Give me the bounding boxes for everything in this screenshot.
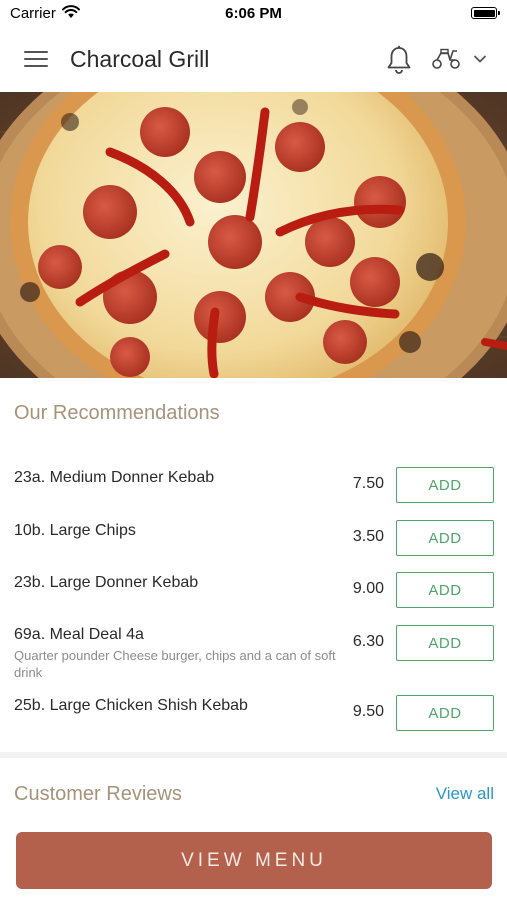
menu-item-price: 6.30 bbox=[352, 633, 384, 650]
menu-item-name: 69a. Meal Deal 4a bbox=[14, 626, 144, 643]
add-to-cart-button[interactable]: ADD bbox=[396, 467, 494, 503]
menu-item-name: 10b. Large Chips bbox=[14, 522, 136, 539]
delivery-scooter-icon[interactable] bbox=[431, 48, 461, 70]
add-to-cart-button[interactable]: ADD bbox=[396, 520, 494, 556]
app-header: Charcoal Grill bbox=[0, 28, 507, 92]
restaurant-title: Charcoal Grill bbox=[70, 46, 210, 72]
menu-item-price: 3.50 bbox=[352, 528, 384, 545]
status-bar: Carrier 6:06 PM bbox=[0, 0, 507, 28]
pizza-illustration bbox=[0, 92, 507, 378]
menu-item-name: 23a. Medium Donner Kebab bbox=[14, 469, 215, 486]
menu-item-price: 9.50 bbox=[352, 703, 384, 720]
menu-item-name: 23b. Large Donner Kebab bbox=[14, 574, 199, 591]
menu-item-description: Quarter pounder Cheese burger, chips and… bbox=[14, 648, 336, 680]
add-to-cart-button[interactable]: ADD bbox=[396, 572, 494, 608]
view-all-reviews-link[interactable]: View all bbox=[436, 784, 494, 804]
hero-pizza-image bbox=[0, 92, 507, 378]
menu-item-price: 7.50 bbox=[352, 475, 384, 492]
hamburger-menu-icon[interactable] bbox=[24, 51, 48, 69]
recommendations-title: Our Recommendations bbox=[14, 402, 220, 424]
chevron-down-icon[interactable] bbox=[473, 54, 487, 64]
clock: 6:06 PM bbox=[225, 5, 282, 22]
battery-icon bbox=[471, 7, 500, 19]
add-to-cart-button[interactable]: ADD bbox=[396, 625, 494, 661]
add-to-cart-button[interactable]: ADD bbox=[396, 695, 494, 731]
menu-item-name: 25b. Large Chicken Shish Kebab bbox=[14, 697, 248, 714]
reviews-title: Customer Reviews bbox=[14, 783, 182, 805]
bell-icon[interactable] bbox=[386, 45, 412, 75]
menu-item-price: 9.00 bbox=[352, 580, 384, 597]
section-divider bbox=[0, 752, 507, 758]
view-menu-button[interactable]: VIEW MENU bbox=[16, 832, 492, 889]
